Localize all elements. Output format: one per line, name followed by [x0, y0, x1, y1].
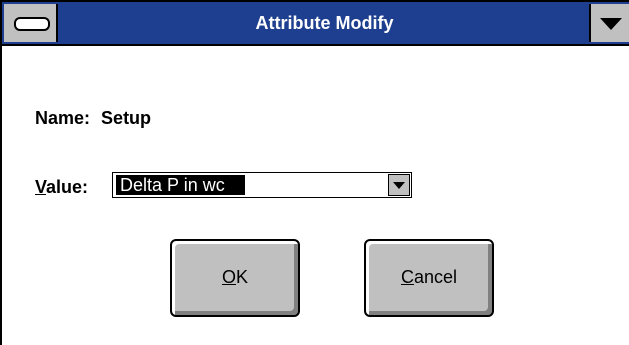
- cancel-label-text: ancel: [413, 267, 458, 287]
- value-label-text: alue:: [46, 177, 89, 197]
- cancel-button[interactable]: Cancel: [364, 239, 494, 317]
- system-menu-icon: [14, 17, 50, 31]
- system-menu-button[interactable]: [4, 4, 58, 42]
- name-row: Name: Setup: [35, 108, 151, 129]
- window-title: Attribute Modify: [255, 13, 394, 33]
- value-label-mnemonic: V: [35, 177, 47, 197]
- ok-label-text: K: [236, 267, 249, 287]
- ok-button[interactable]: OK: [170, 239, 300, 317]
- name-value: Setup: [101, 108, 152, 128]
- value-label: Value:: [35, 177, 88, 198]
- down-triangle-icon: [600, 18, 622, 30]
- maximize-button[interactable]: [589, 4, 629, 42]
- cancel-button-label: Cancel: [366, 267, 492, 288]
- title-bar[interactable]: Attribute Modify: [2, 2, 629, 46]
- ok-button-label: OK: [172, 267, 298, 288]
- name-label: Name:: [35, 108, 91, 128]
- cancel-mnemonic: C: [400, 267, 414, 287]
- dropdown-button[interactable]: [388, 174, 410, 196]
- chevron-down-icon: [393, 182, 405, 189]
- value-dropdown[interactable]: Delta P in wc: [112, 172, 412, 198]
- ok-mnemonic: O: [221, 267, 236, 287]
- value-dropdown-selected[interactable]: Delta P in wc: [116, 175, 245, 195]
- attribute-modify-dialog: Attribute Modify Name: Setup Value: Delt…: [0, 0, 629, 345]
